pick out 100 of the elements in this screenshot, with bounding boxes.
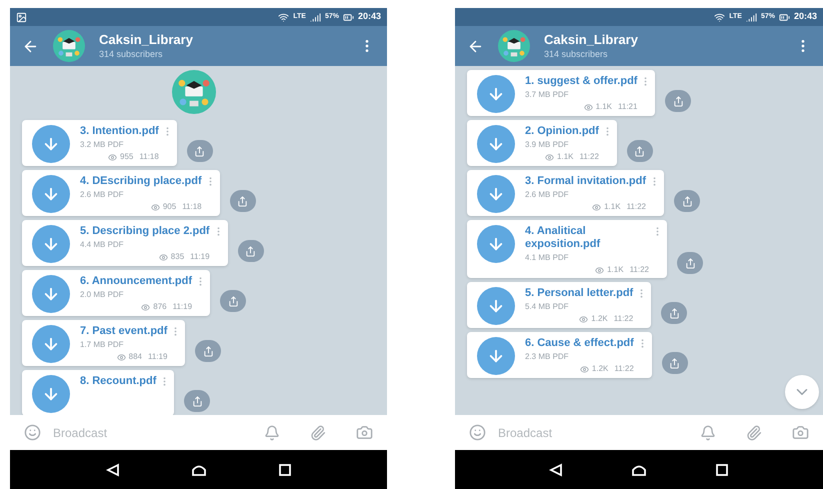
forward-button[interactable] [220,290,246,312]
view-count: 876 [153,302,167,312]
file-message[interactable]: 2. Opinion.pdf 3.9 MB PDF 1.1K 11:22 [467,120,617,166]
bell-icon[interactable] [264,424,280,440]
file-message[interactable]: 5. Describing place 2.pdf 4.4 MB PDF 835 11:19 [22,220,228,266]
file-message[interactable]: 5. Personal letter.pdf 5.4 MB PDF 1.2K 11:22 [467,282,652,328]
view-count: 835 [170,252,184,262]
file-message[interactable]: 6. Announcement.pdf 2.0 MB PDF 876 11:19 [22,270,210,316]
clock: 20:43 [794,10,817,24]
download-button[interactable] [477,175,515,213]
emoji-icon[interactable] [24,424,41,441]
file-message[interactable]: 3. Formal invitation.pdf 2.6 MB PDF 1.1K 11:22 [467,170,664,216]
camera-icon[interactable] [792,424,809,441]
attach-icon[interactable] [746,424,762,440]
forward-button[interactable] [626,140,653,162]
channel-title: Caksin_Library [544,32,639,48]
file-name: 4. DEscribing place.pdf [80,175,202,188]
attach-icon[interactable] [310,424,326,440]
views-icon [545,152,554,162]
file-size: 2.3 MB PDF [525,352,570,362]
views-icon [580,364,589,374]
camera-icon[interactable] [356,424,373,441]
forward-button[interactable] [662,352,688,374]
file-message[interactable]: 4. Analitical exposition.pdf 4.1 MB PDF 1.1K 11:22 [467,220,667,278]
file-name: 6. Announcement.pdf [80,275,192,288]
wifi-icon [714,12,726,22]
download-icon [42,335,60,353]
download-icon [42,235,60,253]
file-size: 1.7 MB PDF [80,340,125,350]
forward-button[interactable] [665,90,692,112]
forward-button[interactable] [184,390,210,412]
view-count: 1.2K [592,364,608,374]
file-message[interactable]: 1. suggest & offer.pdf 3.7 MB PDF 1.1K 11:21 [467,70,656,116]
download-button[interactable] [477,337,515,375]
download-button[interactable] [477,125,515,163]
file-size: 3.2 MB PDF [80,140,125,150]
forward-button[interactable] [677,252,703,274]
view-count: 1.1K [607,265,624,275]
download-icon [42,185,60,203]
home-icon[interactable] [190,462,206,476]
message-time: 11:22 [626,202,646,212]
file-message[interactable]: 3. Intention.pdf 3.2 MB PDF 955 11:18 [22,120,177,166]
forward-button[interactable] [186,140,213,162]
file-message[interactable]: 7. Past event.pdf 1.7 MB PDF 884 11:19 [22,320,186,366]
file-message[interactable]: 6. Cause & effect.pdf 2.3 MB PDF 1.2K 11:22 [467,332,652,378]
download-button[interactable] [32,375,70,413]
download-button[interactable] [32,125,70,163]
views-icon [108,152,118,162]
file-size: 3.7 MB PDF [525,90,570,100]
download-icon [42,135,60,153]
download-button[interactable] [32,275,70,313]
download-button[interactable] [477,75,515,113]
message-time: 11:22 [580,152,599,162]
back-triangle-icon[interactable] [549,462,563,476]
file-message[interactable]: 8. Recount.pdf [22,370,174,415]
file-name: 6. Cause & effect.pdf [525,337,634,350]
download-button[interactable] [32,175,70,213]
view-count: 955 [120,152,134,162]
recents-icon[interactable] [715,462,729,476]
file-name: 3. Formal invitation.pdf [525,175,646,188]
message-time: 11:19 [172,302,192,312]
download-icon [42,285,60,303]
forward-button[interactable] [661,302,688,324]
views-icon [579,314,588,324]
forward-button[interactable] [674,190,700,212]
channel-avatar [498,30,530,62]
battery-icon [778,12,790,22]
file-name: 2. Opinion.pdf [525,125,599,138]
home-icon[interactable] [631,462,647,476]
message-time: 11:22 [630,265,649,275]
broadcast-input[interactable]: Broadcast [498,424,688,442]
file-message[interactable]: 4. DEscribing place.pdf 2.6 MB PDF 905 11:18 [22,170,220,216]
file-size: 5.4 MB PDF [525,302,570,312]
subscriber-count: 314 subscribers [99,48,164,60]
channel-title: Caksin_Library [99,32,194,48]
file-name: 4. Analitical exposition.pdf [525,225,602,251]
views-icon [150,202,160,212]
download-icon [42,385,60,403]
file-name: 7. Past event.pdf [80,325,168,338]
download-button[interactable] [32,325,70,363]
message-time: 11:18 [182,202,202,212]
file-size: 2.0 MB PDF [80,290,125,300]
recents-icon[interactable] [278,462,292,476]
forward-button[interactable] [195,340,222,362]
view-count: 1.1K [596,102,612,112]
forward-button[interactable] [230,190,256,212]
back-triangle-icon[interactable] [106,462,120,476]
message-time: 11:22 [614,364,634,374]
file-name: 3. Intention.pdf [80,125,159,138]
scroll-down-button[interactable] [785,375,819,409]
file-size: 2.6 MB PDF [525,190,570,200]
download-icon [487,135,505,153]
wifi-icon [278,12,290,22]
download-button[interactable] [32,225,70,263]
download-button[interactable] [477,225,515,263]
emoji-icon[interactable] [469,424,486,441]
download-button[interactable] [477,287,515,325]
bell-icon[interactable] [700,424,716,440]
broadcast-input[interactable]: Broadcast [53,424,252,442]
forward-button[interactable] [238,240,264,262]
